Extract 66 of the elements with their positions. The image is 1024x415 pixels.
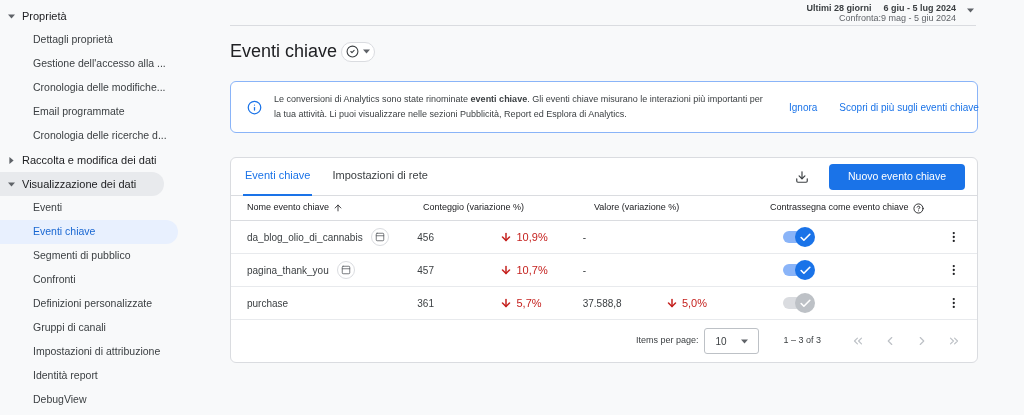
sidebar-section[interactable]: Visualizzazione dei dati (0, 172, 164, 196)
page-size-select[interactable]: 10 (704, 328, 760, 354)
download-icon[interactable] (795, 169, 809, 184)
check-icon (798, 263, 812, 277)
change-value: 5,7% (500, 294, 583, 312)
page-title: Eventi chiave (230, 40, 338, 63)
check-icon (798, 230, 812, 244)
help-icon (912, 202, 924, 214)
down-arrow-icon (500, 264, 513, 276)
down-arrow-icon (500, 231, 513, 243)
count-value: 457 (417, 263, 435, 278)
event-name: da_blog_olio_di_cannabis (247, 230, 363, 245)
compare-range: Confronta:9 mag - 5 giu 2024 (838, 13, 956, 23)
event-name: purchase (247, 296, 289, 311)
sidebar-item[interactable]: DebugView (0, 388, 178, 412)
column-header: Valore (variazione %) (594, 201, 681, 215)
new-event-button[interactable]: Nuovo evento chiave (829, 163, 965, 190)
tab[interactable]: Impostazioni di rete (330, 157, 430, 196)
sidebar-item[interactable]: Cronologia delle modifiche... (0, 76, 178, 100)
sort-arrow-icon (333, 203, 344, 213)
caret-icon (363, 48, 371, 55)
sidebar-section[interactable]: Proprietà (0, 4, 164, 28)
sidebar-item[interactable]: Definizioni personalizzate (0, 292, 178, 316)
column-header: Contrassegna come evento chiave (770, 201, 924, 215)
caret-icon (7, 12, 15, 20)
check-icon (798, 296, 812, 310)
sidebar-item[interactable]: Gruppi di canali (0, 316, 178, 340)
sidebar-item[interactable]: Impostazioni di attribuzione (0, 340, 178, 364)
sidebar-item[interactable]: Dettagli proprietà (0, 28, 178, 52)
sidebar-item[interactable]: Cronologia delle ricerche d... (0, 124, 178, 148)
sidebar-item[interactable]: Email programmate (0, 100, 178, 124)
down-arrow-icon (665, 297, 678, 309)
items-per-page-label: Items per page: (635, 334, 699, 348)
sidebar-item[interactable]: Confronti (0, 268, 178, 292)
date-period: Ultimi 28 giorni (806, 3, 872, 13)
column-header: Conteggio (variazione %) (423, 201, 526, 215)
banner-link[interactable]: Scopri di più sugli eventi chiave (839, 99, 979, 115)
info-icon (247, 99, 262, 115)
sidebar-item[interactable]: Identità report (0, 364, 178, 388)
page-range: 1 – 3 of 3 (783, 334, 821, 348)
caret-icon (967, 7, 974, 14)
caret-icon (741, 337, 749, 345)
change-value: 10,7% (500, 261, 583, 279)
banner-text: Le conversioni di Analytics sono state rinominate eventi chiave. Gli eventi chiave misurano le interazioni più importanti per la tua attività. Li puoi visualizzare nelle sezioni Pubblicità, Report ed Esplora di Analytics. (274, 93, 764, 121)
tab[interactable]: Eventi chiave (243, 157, 313, 196)
status-dropdown[interactable] (341, 41, 376, 62)
value-value: - (582, 230, 588, 245)
count-value: 361 (417, 296, 435, 311)
sidebar-section[interactable]: Raccolta e modifica dei dati (0, 148, 164, 172)
change-value: 10,9% (500, 228, 583, 246)
check-circle-icon (346, 45, 360, 58)
caret-icon (7, 156, 15, 164)
change-value: 5,0% (665, 294, 753, 312)
date-range: 6 giu - 5 lug 2024 (883, 3, 956, 13)
sidebar-item[interactable]: Segmenti di pubblico (0, 244, 178, 268)
sidebar-item[interactable]: Eventi (0, 196, 178, 220)
count-value: 456 (417, 230, 435, 245)
value-value: 37.588,8 (582, 296, 623, 311)
sidebar-item[interactable]: Gestione dell'accesso alla ... (0, 52, 178, 76)
column-header[interactable]: Nome evento chiave (247, 201, 423, 215)
value-value: - (582, 263, 588, 278)
down-arrow-icon (500, 297, 513, 309)
banner-link[interactable]: Ignora (789, 99, 818, 115)
event-name: pagina_thank_you (247, 263, 329, 278)
sidebar-item[interactable]: Eventi chiave (0, 220, 178, 244)
caret-icon (7, 180, 15, 188)
